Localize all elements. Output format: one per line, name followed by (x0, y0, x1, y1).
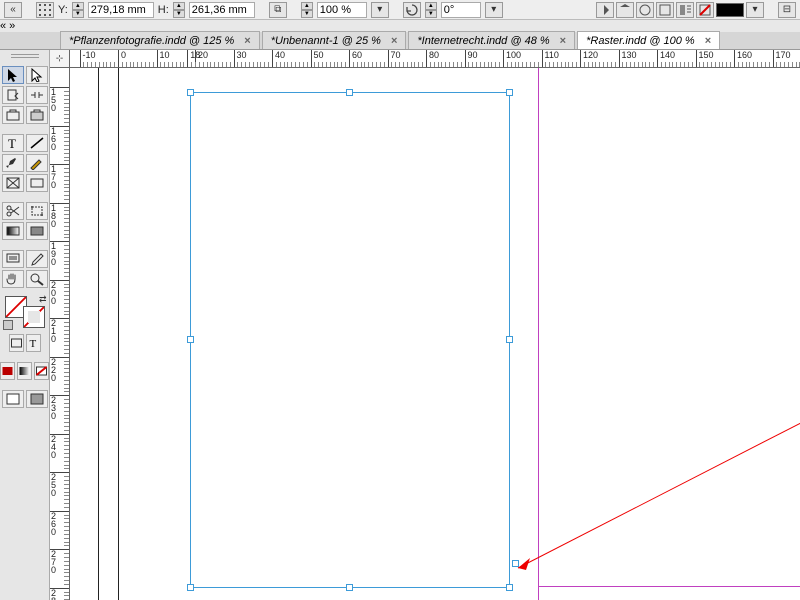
close-icon[interactable]: × (705, 35, 711, 47)
effects-icon[interactable] (636, 2, 654, 18)
y-label: Y: (58, 4, 68, 16)
close-icon[interactable]: × (244, 35, 250, 47)
default-fill-stroke-icon[interactable] (3, 320, 13, 330)
selected-frame[interactable] (190, 92, 510, 588)
toolbox-grabber-icon[interactable] (7, 54, 43, 62)
rectangle-tool-icon[interactable] (26, 174, 48, 192)
apply-solid-icon[interactable] (0, 362, 15, 380)
collapse-icon[interactable]: ⊟ (778, 2, 796, 18)
close-icon[interactable]: × (391, 35, 397, 47)
fill-stroke-control[interactable]: ⇄ (5, 296, 45, 328)
ruler-origin-icon[interactable]: ⊹ (50, 50, 70, 68)
reference-point-grid-icon[interactable] (36, 2, 54, 18)
rectangle-frame-tool-icon[interactable] (2, 174, 24, 192)
gradient-feather-tool-icon[interactable] (26, 222, 48, 240)
tab-internetrecht[interactable]: *Internetrecht.indd @ 48 %× (408, 31, 575, 49)
tab-raster[interactable]: *Raster.indd @ 100 %× (577, 31, 720, 49)
margin-guide-bottom (538, 586, 800, 587)
stroke-none-icon[interactable] (696, 2, 714, 18)
rotate-menu-icon[interactable]: ▾ (485, 2, 503, 18)
gap-tool-icon[interactable] (26, 86, 48, 104)
pen-tool-icon[interactable] (2, 154, 24, 172)
zoom-spinner[interactable]: ▲▼ (301, 2, 313, 18)
flip-vertical-icon[interactable] (616, 2, 634, 18)
flip-horizontal-icon[interactable] (596, 2, 614, 18)
document-tab-bar: *Pflanzenfotografie.indd @ 125 %× *Unben… (0, 32, 800, 50)
vertical-ruler[interactable]: 1501601701801902002102202302402502602702… (50, 68, 70, 600)
view-preview-icon[interactable] (26, 390, 48, 408)
page-edge-left (98, 68, 99, 600)
canvas[interactable] (70, 68, 800, 600)
pencil-tool-icon[interactable] (26, 154, 48, 172)
stroke-swatch[interactable] (23, 306, 45, 328)
zoom-menu-icon[interactable]: ▾ (371, 2, 389, 18)
effects2-icon[interactable] (656, 2, 674, 18)
h-label: H: (158, 4, 169, 16)
stroke-swatch[interactable] (716, 3, 744, 17)
h-input[interactable] (189, 2, 255, 18)
content-collector-icon[interactable] (2, 106, 24, 124)
rotate-spinner[interactable]: ▲▼ (425, 2, 437, 18)
zoom-tool-icon[interactable] (26, 270, 48, 288)
page-tool-icon[interactable] (2, 86, 24, 104)
tab-unbenannt[interactable]: *Unbenannt-1 @ 25 %× (262, 31, 407, 49)
toolbox: T ⇄ (0, 50, 50, 600)
y-input[interactable] (88, 2, 154, 18)
apply-gradient-icon[interactable] (17, 362, 32, 380)
apply-none-icon[interactable] (34, 362, 49, 380)
note-tool-icon[interactable] (2, 250, 24, 268)
tab-pflanzenfotografie[interactable]: *Pflanzenfotografie.indd @ 125 %× (60, 31, 260, 49)
eyedropper-tool-icon[interactable] (26, 250, 48, 268)
expand-icon[interactable]: « (4, 2, 22, 18)
rotate-input[interactable] (441, 2, 481, 18)
type-tool-icon[interactable]: T (2, 134, 24, 152)
direct-selection-tool-icon[interactable] (26, 66, 48, 84)
zoom-input[interactable] (317, 2, 367, 18)
free-transform-tool-icon[interactable] (26, 202, 48, 220)
svg-text:T: T (8, 136, 16, 150)
line-tool-icon[interactable] (26, 134, 48, 152)
svg-text:T: T (29, 338, 36, 350)
swap-fill-stroke-icon[interactable]: ⇄ (39, 294, 47, 305)
gradient-swatch-tool-icon[interactable] (2, 222, 24, 240)
view-normal-icon[interactable] (2, 390, 24, 408)
control-bar: « Y: ▲▼ H: ▲▼ ⧉ ▲▼ ▾ ▲▼ ▾ ▾ ⊟ (0, 0, 800, 20)
fx-group: ▾ (596, 2, 764, 18)
y-spinner[interactable]: ▲▼ (72, 2, 84, 18)
formatting-container-icon[interactable] (9, 334, 24, 352)
formatting-text-icon[interactable]: T (26, 334, 41, 352)
horizontal-ruler[interactable]: -100102030405060708090100110120130140150… (70, 50, 800, 68)
hand-tool-icon[interactable] (2, 270, 24, 288)
page-spine (118, 68, 119, 600)
constrain-proportions-icon[interactable]: ⧉ (269, 2, 287, 18)
close-icon[interactable]: × (560, 35, 566, 47)
scissors-tool-icon[interactable] (2, 202, 24, 220)
text-wrap-icon[interactable] (676, 2, 694, 18)
annotation-arrow-icon (510, 408, 800, 578)
h-spinner[interactable]: ▲▼ (173, 2, 185, 18)
rotate-icon[interactable] (403, 2, 421, 18)
content-placer-icon[interactable] (26, 106, 48, 124)
stroke-menu-icon[interactable]: ▾ (746, 2, 764, 18)
selection-tool-icon[interactable] (2, 66, 24, 84)
document-area: ⊹ -1001020304050607080901001101201301401… (50, 50, 800, 600)
